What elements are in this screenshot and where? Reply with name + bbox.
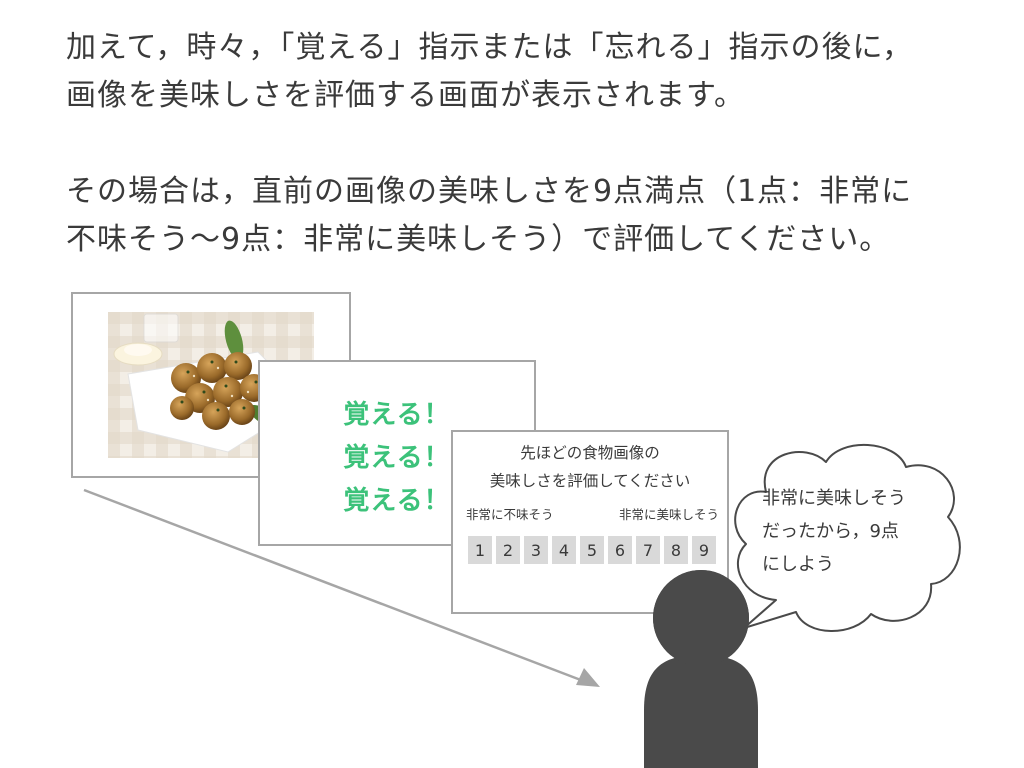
rating-option-4[interactable]: 4: [552, 536, 576, 564]
instruction-paragraph-1: 加えて，時々，「覚える」指示または「忘れる」指示の後に， 画像を美味しさを評価す…: [66, 24, 913, 120]
thought-line: 非常に美味しそう: [762, 488, 906, 509]
instruction-paragraph-2: その場合は，直前の画像の美味しさを9点満点（1点：非常に 不味そう〜9点：非常に…: [66, 168, 912, 264]
person-icon: [644, 570, 758, 768]
thought-line: にしよう: [762, 554, 834, 575]
thought-line: だったから，9点: [762, 521, 899, 542]
thought-bubble-text: 非常に美味しそう だったから，9点 にしよう: [762, 482, 906, 581]
rating-option-5[interactable]: 5: [580, 536, 604, 564]
rating-option-6[interactable]: 6: [608, 536, 632, 564]
rating-option-2[interactable]: 2: [496, 536, 520, 564]
instruction-line: 加えて，時々，「覚える」指示または「忘れる」指示の後に，: [66, 30, 913, 65]
instruction-line: その場合は，直前の画像の美味しさを9点満点（1点：非常に: [66, 174, 913, 209]
instruction-line: 画像を美味しさを評価する画面が表示されます。: [66, 78, 745, 113]
rating-question: 先ほどの食物画像の: [520, 444, 660, 462]
rating-option-1[interactable]: 1: [468, 536, 492, 564]
memorize-text: 覚える！: [343, 400, 451, 430]
scale-anchor-high: 非常に美味しそう: [618, 507, 719, 522]
rating-question: 美味しさを評価してください: [489, 472, 691, 490]
instruction-line: 不味そう〜9点：非常に美味しそう）で評価してください。: [66, 222, 891, 257]
scale-anchor-low: 非常に不味そう: [466, 507, 554, 522]
rating-option-3[interactable]: 3: [524, 536, 548, 564]
